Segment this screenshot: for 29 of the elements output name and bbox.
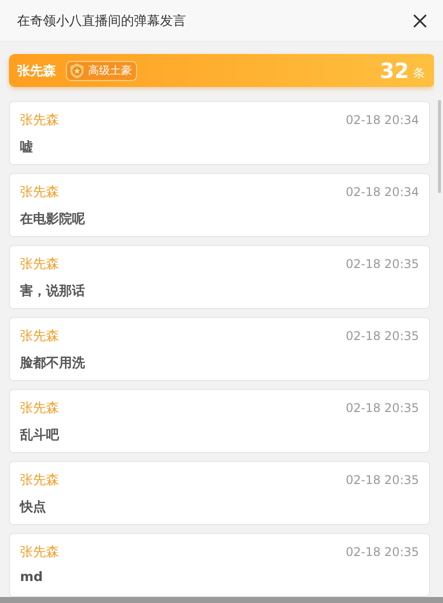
user-name: 张先森 <box>20 256 59 273</box>
message-text: 嘘 <box>20 139 34 156</box>
shield-icon <box>68 62 86 80</box>
message-text: 乱斗吧 <box>20 427 60 444</box>
user-name: 张先森 <box>17 62 56 80</box>
user-name: 张先森 <box>20 184 59 201</box>
window-title: 在奇领小八直播间的弹幕发言 <box>17 12 186 30</box>
message-text: md <box>20 570 44 585</box>
message-count: 32 <box>380 58 409 82</box>
count-unit: 条 <box>413 65 425 82</box>
scrollbar-thumb[interactable] <box>438 100 441 193</box>
timestamp: 02-18 20:35 <box>346 257 419 271</box>
user-name: 张先森 <box>20 544 59 561</box>
user-name: 张先森 <box>20 328 59 345</box>
timestamp: 02-18 20:34 <box>346 113 419 127</box>
timestamp: 02-18 20:35 <box>346 473 419 487</box>
close-icon[interactable] <box>413 14 427 28</box>
message-text: 害，说那话 <box>20 282 86 300</box>
timestamp: 02-18 20:34 <box>346 185 419 199</box>
user-name: 张先森 <box>20 400 59 417</box>
message-text: 在电影院呢 <box>20 210 86 228</box>
user-name: 张先森 <box>20 112 59 129</box>
user-name: 张先森 <box>20 472 59 489</box>
badge-label: 高级土豪 <box>88 63 132 78</box>
timestamp: 02-18 20:35 <box>346 329 419 343</box>
timestamp: 02-18 20:35 <box>346 545 419 559</box>
timestamp: 02-18 20:35 <box>346 401 419 415</box>
message-text: 快点 <box>20 499 47 516</box>
message-text: 脸都不用洗 <box>20 355 86 372</box>
